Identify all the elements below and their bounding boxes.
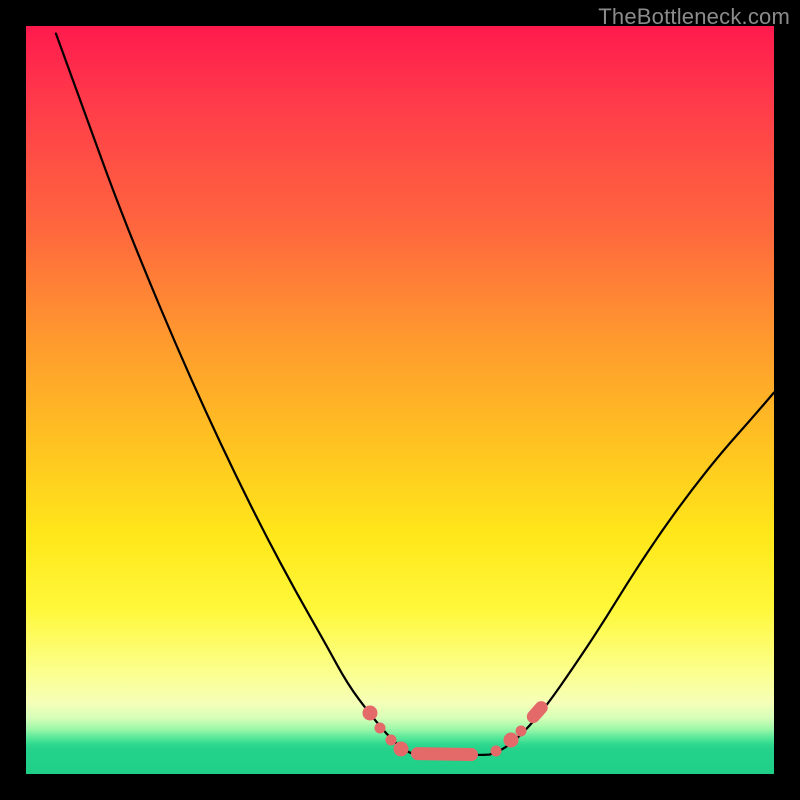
marker-pill (411, 747, 479, 761)
plot-area (26, 26, 774, 774)
markers-layer (26, 26, 774, 774)
marker-dot (374, 722, 385, 733)
watermark-text: TheBottleneck.com (598, 4, 790, 30)
chart-frame: TheBottleneck.com (0, 0, 800, 800)
marker-dot (503, 733, 518, 748)
marker-pill (524, 699, 550, 726)
marker-dot (363, 705, 378, 720)
marker-dot (516, 725, 527, 736)
marker-dot (490, 745, 501, 756)
marker-dot (394, 741, 409, 756)
